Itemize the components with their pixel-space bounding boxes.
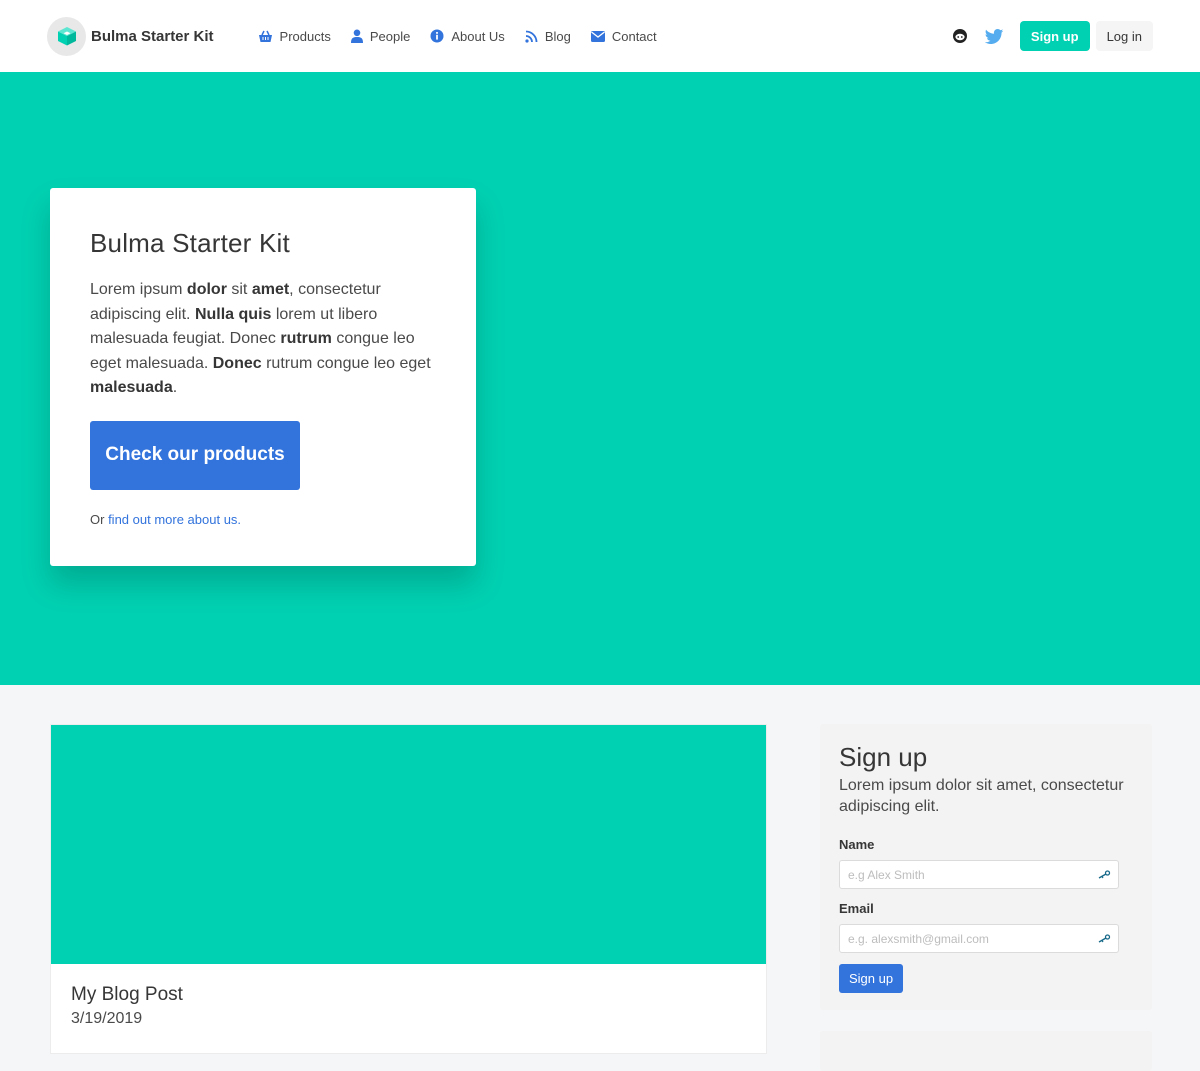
check-products-button[interactable]: Check our products: [90, 420, 300, 490]
signup-nav-button[interactable]: Sign up: [1019, 21, 1090, 51]
signup-submit-button[interactable]: Sign up: [839, 964, 904, 993]
blog-image: [51, 725, 766, 964]
autofill-key-icon[interactable]: [1097, 931, 1112, 946]
sidebar-box: [820, 1031, 1152, 1071]
github-icon[interactable]: [952, 28, 968, 44]
blog-card[interactable]: My Blog Post 3/19/2019: [50, 724, 767, 1054]
blog-date: 3/19/2019: [71, 1010, 143, 1027]
basket-icon: [258, 30, 272, 42]
blog-body: My Blog Post 3/19/2019: [51, 964, 766, 1048]
navbar: Bulma Starter Kit Products People About …: [0, 0, 1200, 72]
info-icon: [430, 29, 444, 43]
hero-more-text: Or find out more about us.: [90, 511, 242, 527]
name-input[interactable]: [840, 861, 1118, 888]
nav-right: Sign up Log in: [952, 21, 1153, 51]
email-label: Email: [839, 901, 874, 916]
nav-link-contact[interactable]: Contact: [590, 29, 657, 44]
nav-link-products[interactable]: Products: [258, 29, 331, 44]
rss-icon: [525, 30, 538, 43]
autofill-key-icon[interactable]: [1097, 867, 1112, 882]
signup-box: Sign up Lorem ipsum dolor sit amet, cons…: [820, 724, 1152, 1010]
nav-link-people[interactable]: People: [350, 29, 410, 44]
email-input[interactable]: [840, 925, 1118, 952]
about-us-link[interactable]: find out more about us.: [108, 512, 241, 527]
brand[interactable]: Bulma Starter Kit: [47, 16, 214, 56]
signup-title: Sign up: [839, 742, 928, 772]
nav-link-blog[interactable]: Blog: [525, 29, 571, 44]
blog-title: My Blog Post: [71, 984, 183, 1005]
login-nav-button[interactable]: Log in: [1095, 21, 1153, 51]
name-field-wrapper: [839, 860, 1119, 889]
email-field-wrapper: [839, 924, 1119, 953]
twitter-icon[interactable]: [984, 28, 1003, 44]
hero-title: Bulma Starter Kit: [90, 228, 290, 258]
hero-card: Bulma Starter Kit Lorem ipsum dolor sit …: [50, 188, 476, 566]
name-label: Name: [839, 837, 875, 852]
nav-links: Products People About Us Blog Contact: [258, 29, 677, 44]
brand-title: Bulma Starter Kit: [91, 27, 214, 45]
user-icon: [350, 29, 363, 43]
hero-section: Bulma Starter Kit Lorem ipsum dolor sit …: [0, 72, 1200, 685]
hero-description: Lorem ipsum dolor sit amet, consectetur …: [90, 281, 431, 396]
nav-link-about[interactable]: About Us: [430, 29, 505, 44]
cube-logo-icon: [47, 16, 86, 56]
envelope-icon: [590, 30, 605, 42]
signup-subtitle: Lorem ipsum dolor sit amet, consectetur …: [839, 777, 1124, 815]
